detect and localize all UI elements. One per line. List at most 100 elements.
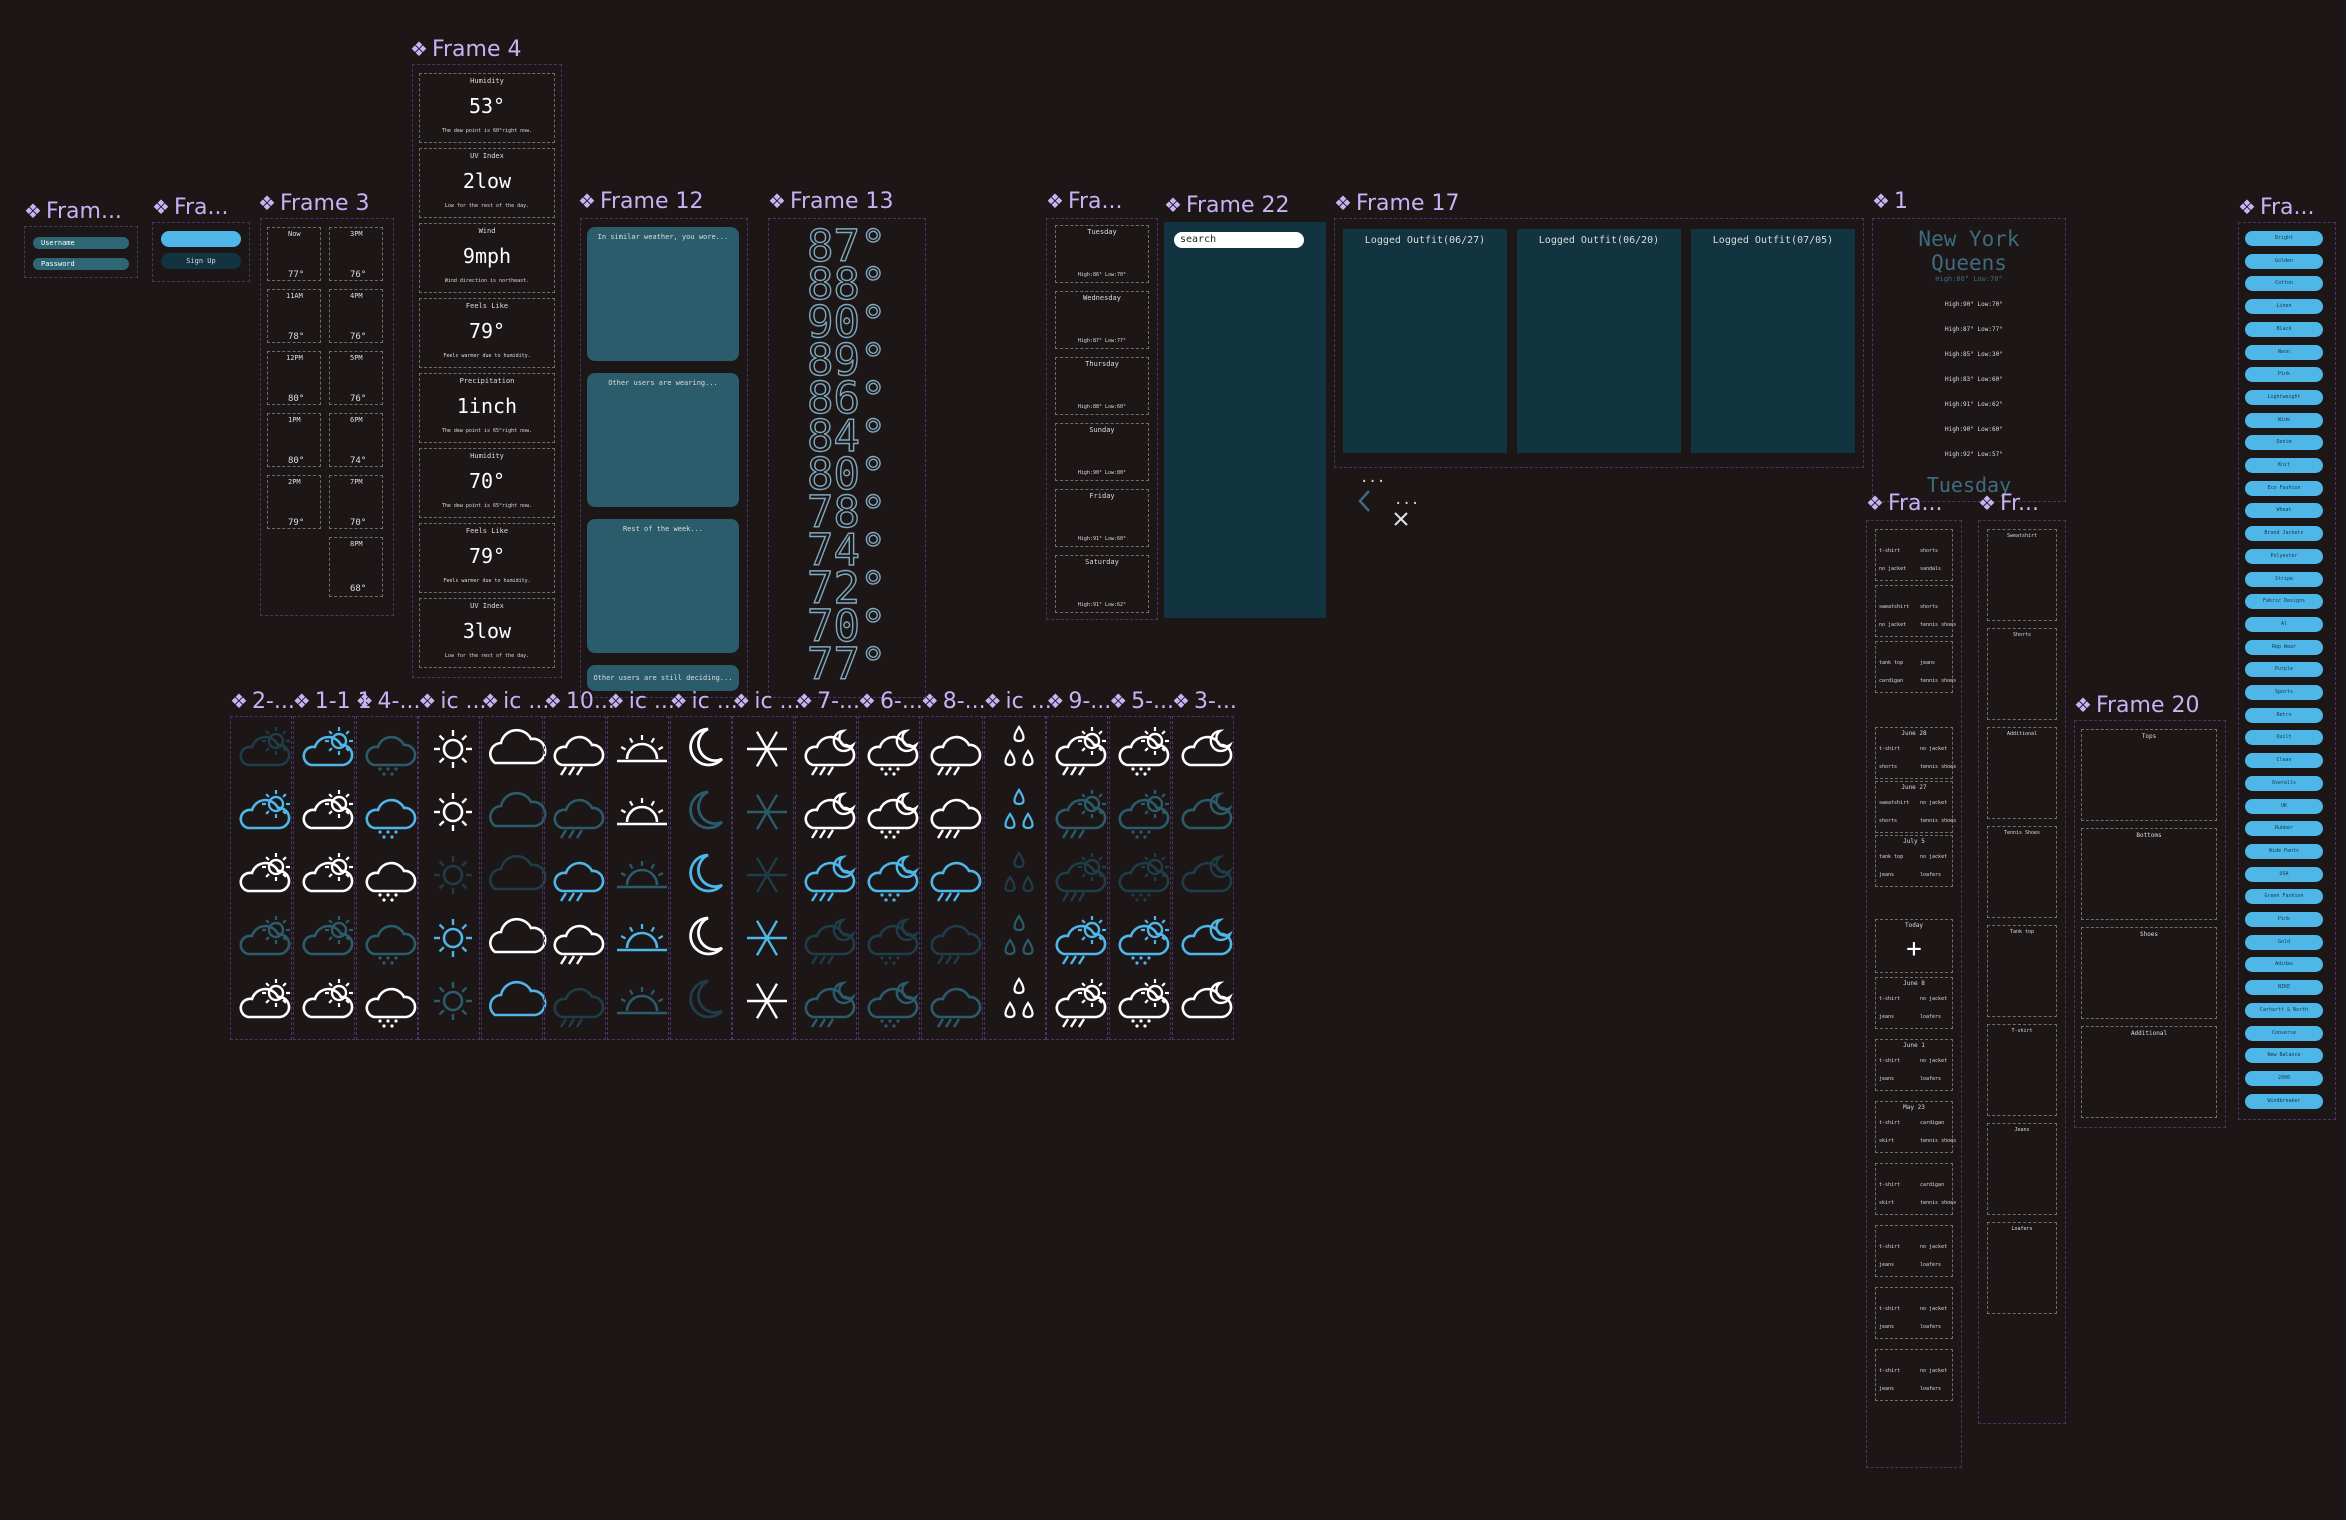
tag-pill[interactable]: Denim xyxy=(2245,435,2323,451)
snow-day-icon[interactable] xyxy=(1113,975,1175,1028)
cloud-icon[interactable] xyxy=(485,912,547,964)
partly-cloudy-day-icon[interactable] xyxy=(297,786,359,838)
partly-cloudy-night-icon[interactable] xyxy=(1176,723,1238,775)
rain-night-icon[interactable] xyxy=(799,849,861,902)
sunrise-icon[interactable] xyxy=(611,849,673,901)
day-card[interactable]: Tuesday High:86° Low:70° xyxy=(1055,225,1149,283)
partly-cloudy-day-icon[interactable] xyxy=(234,786,296,838)
tag-pill[interactable]: Windbreaker xyxy=(2245,1093,2323,1109)
snowflake-icon[interactable] xyxy=(736,786,798,838)
rain-night-icon[interactable] xyxy=(799,786,861,839)
snow-cloud-icon[interactable] xyxy=(360,849,422,902)
tag-pill[interactable]: Linen xyxy=(2245,299,2323,315)
tag-pill[interactable]: Quilt xyxy=(2245,730,2323,746)
tag-pill[interactable]: Black xyxy=(2245,321,2323,337)
rain-cloud-icon[interactable] xyxy=(548,723,610,776)
ellipsis-b[interactable]: ... xyxy=(1394,492,1419,508)
outfit-log-card[interactable]: t-shirt no jacket jeans loafers xyxy=(1875,1287,1953,1339)
tag-pill[interactable]: Wide xyxy=(2245,412,2323,428)
tag-pill[interactable]: Converse xyxy=(2245,1025,2323,1041)
rain-day-icon[interactable] xyxy=(1050,975,1112,1028)
category-card[interactable]: Bottoms xyxy=(2081,828,2217,920)
outfit-log-card[interactable]: July 5 tank top no jacket jeans loafers xyxy=(1875,835,1953,887)
tag-pill[interactable]: Neon xyxy=(2245,344,2323,360)
raindrops-icon[interactable] xyxy=(988,786,1050,838)
tag-pill[interactable]: Golden xyxy=(2245,253,2323,269)
raindrops-icon[interactable] xyxy=(988,849,1050,901)
tag-pill[interactable]: Polyester xyxy=(2245,548,2323,564)
tag-pill[interactable]: Pink xyxy=(2245,367,2323,383)
snow-cloud-icon[interactable] xyxy=(360,975,422,1028)
partly-cloudy-night-icon[interactable] xyxy=(1176,786,1238,838)
outfit-log-card[interactable]: June 28 t-shirt no jacket shorts tennis … xyxy=(1875,727,1956,779)
signup-top-pill[interactable] xyxy=(161,231,241,247)
day-card[interactable]: Friday High:91° Low:60° xyxy=(1055,489,1149,547)
snowflake-icon[interactable] xyxy=(736,975,798,1027)
clothing-type-card[interactable]: Loafers xyxy=(1987,1222,2057,1314)
partly-cloudy-night-icon[interactable] xyxy=(1176,975,1238,1027)
snow-day-icon[interactable] xyxy=(1113,786,1175,839)
cloud-icon[interactable] xyxy=(485,786,547,838)
sun-icon[interactable] xyxy=(422,849,484,901)
plus-icon[interactable]: + xyxy=(1876,934,1952,964)
tag-pill[interactable]: Al xyxy=(2245,616,2323,632)
signup-button[interactable]: Sign Up xyxy=(161,253,241,269)
rain-cloud-icon[interactable] xyxy=(548,786,610,839)
search-input[interactable]: search xyxy=(1174,232,1304,248)
partly-cloudy-night-icon[interactable] xyxy=(1176,912,1238,964)
tag-pill[interactable]: NIKE xyxy=(2245,980,2323,996)
snowflake-icon[interactable] xyxy=(736,723,798,775)
tag-pill[interactable]: 2000 xyxy=(2245,1070,2323,1086)
tag-pill[interactable]: Pink xyxy=(2245,912,2323,927)
rain-night-icon[interactable] xyxy=(799,723,861,776)
moon-icon[interactable] xyxy=(674,786,736,838)
tag-pill[interactable]: New Balance xyxy=(2245,1048,2323,1064)
outfit-log-card[interactable]: t-shirt no jacket jeans loafers xyxy=(1875,1225,1953,1277)
heavy-rain-icon[interactable] xyxy=(925,975,987,1028)
tag-pill[interactable]: Fabric Designs xyxy=(2245,594,2323,610)
password-field[interactable]: Password xyxy=(33,258,129,270)
category-card[interactable]: Additional xyxy=(2081,1026,2217,1118)
logged-outfit-card[interactable]: Logged Outfit(06/20) xyxy=(1517,229,1681,453)
snow-night-icon[interactable] xyxy=(862,975,924,1028)
rain-day-icon[interactable] xyxy=(1050,849,1112,902)
ellipsis-a[interactable]: ... xyxy=(1360,470,1385,486)
rain-cloud-icon[interactable] xyxy=(548,975,610,1028)
raindrops-icon[interactable] xyxy=(988,975,1050,1027)
outfit-log-card[interactable]: sweatshirt shorts no jacket tennis shoes xyxy=(1875,585,1956,637)
moon-icon[interactable] xyxy=(674,975,736,1027)
tag-pill[interactable]: Lightweight xyxy=(2245,389,2323,405)
outfit-log-card[interactable]: May 23 t-shirt cardigan skirt tennis sho… xyxy=(1875,1101,1956,1153)
back-chevron-icon[interactable] xyxy=(1356,488,1374,518)
add-today-card[interactable]: Today + xyxy=(1875,919,1953,973)
tag-pill[interactable]: Wheat xyxy=(2245,503,2323,519)
outfit-log-card[interactable]: June 8 t-shirt no jacket jeans loafers xyxy=(1875,977,1953,1029)
tag-pill[interactable]: Cotton xyxy=(2245,276,2323,292)
snow-night-icon[interactable] xyxy=(862,723,924,776)
rain-day-icon[interactable] xyxy=(1050,912,1112,965)
sun-icon[interactable] xyxy=(422,975,484,1027)
partly-cloudy-night-icon[interactable] xyxy=(1176,849,1238,901)
category-card[interactable]: Shoes xyxy=(2081,927,2217,1019)
suggestion-panel[interactable]: Other users are wearing... xyxy=(587,373,739,507)
snow-night-icon[interactable] xyxy=(862,912,924,965)
snow-cloud-icon[interactable] xyxy=(360,786,422,839)
sun-icon[interactable] xyxy=(422,786,484,838)
raindrops-icon[interactable] xyxy=(988,912,1050,964)
sunrise-icon[interactable] xyxy=(611,786,673,838)
tag-pill[interactable]: USA xyxy=(2245,866,2323,882)
tag-pill[interactable]: Knit xyxy=(2245,458,2323,473)
clothing-type-card[interactable]: Tennis Shoes xyxy=(1987,826,2057,918)
tag-pill[interactable]: Bright xyxy=(2245,231,2323,246)
clothing-type-card[interactable]: Jeans xyxy=(1987,1123,2057,1215)
snow-day-icon[interactable] xyxy=(1113,912,1175,965)
snow-day-icon[interactable] xyxy=(1113,849,1175,902)
raindrops-icon[interactable] xyxy=(988,723,1050,775)
rain-cloud-icon[interactable] xyxy=(548,912,610,965)
tag-pill[interactable]: Rubber xyxy=(2245,821,2323,837)
day-card[interactable]: Wednesday High:87° Low:77° xyxy=(1055,291,1149,349)
partly-cloudy-day-icon[interactable] xyxy=(297,975,359,1027)
outfit-log-card[interactable]: t-shirt no jacket jeans loafers xyxy=(1875,1349,1953,1401)
tag-pill[interactable]: Green Fashion xyxy=(2245,889,2323,905)
heavy-rain-icon[interactable] xyxy=(925,849,987,902)
